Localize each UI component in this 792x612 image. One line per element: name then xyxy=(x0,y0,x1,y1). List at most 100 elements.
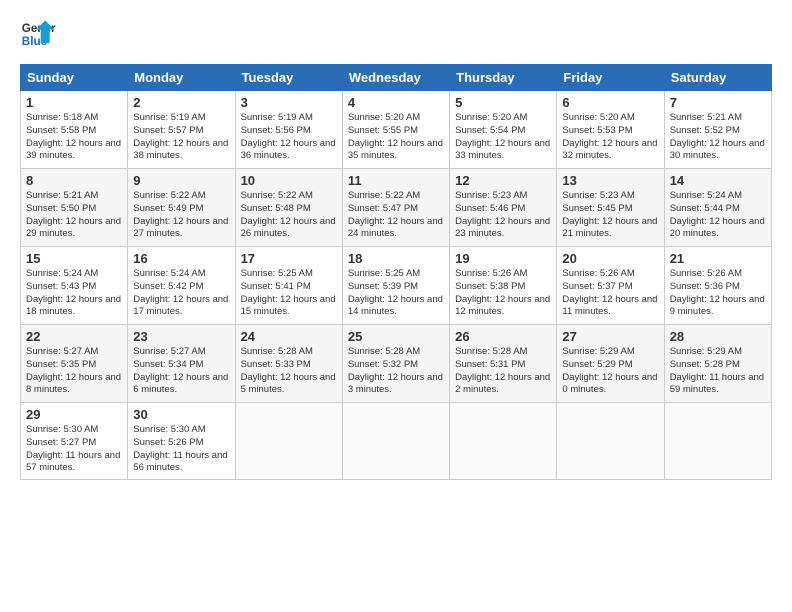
cell-content: Sunrise: 5:24 AMSunset: 5:43 PMDaylight:… xyxy=(26,268,122,319)
calendar-cell: 17 Sunrise: 5:25 AMSunset: 5:41 PMDayligh… xyxy=(235,247,342,325)
cell-content: Sunrise: 5:28 AMSunset: 5:33 PMDaylight:… xyxy=(241,346,337,397)
cell-content: Sunrise: 5:24 AMSunset: 5:44 PMDaylight:… xyxy=(670,190,766,241)
day-number: 26 xyxy=(455,329,551,344)
day-number: 13 xyxy=(562,173,658,188)
calendar-cell: 28 Sunrise: 5:29 AMSunset: 5:28 PMDayligh… xyxy=(664,325,771,403)
day-number: 22 xyxy=(26,329,122,344)
logo-icon: General Blue xyxy=(20,16,56,52)
calendar-cell: 18Sunrise: 5:25 AMSunset: 5:39 PMDayligh… xyxy=(342,247,449,325)
cell-content: Sunrise: 5:29 AMSunset: 5:28 PMDaylight:… xyxy=(670,346,766,397)
calendar-cell xyxy=(235,403,342,480)
calendar-cell: 22 Sunrise: 5:27 AMSunset: 5:35 PMDayligh… xyxy=(21,325,128,403)
calendar-cell xyxy=(664,403,771,480)
day-number: 5 xyxy=(455,95,551,110)
calendar-week-row: 15 Sunrise: 5:24 AMSunset: 5:43 PMDayligh… xyxy=(21,247,772,325)
calendar-cell xyxy=(342,403,449,480)
cell-content: Sunrise: 5:20 AMSunset: 5:55 PMDaylight:… xyxy=(348,112,444,163)
calendar-cell: 13 Sunrise: 5:23 AMSunset: 5:45 PMDayligh… xyxy=(557,169,664,247)
day-number: 12 xyxy=(455,173,551,188)
cell-content: Sunrise: 5:27 AMSunset: 5:35 PMDaylight:… xyxy=(26,346,122,397)
cell-content: Sunrise: 5:30 AMSunset: 5:26 PMDaylight:… xyxy=(133,424,229,475)
cell-content: Sunrise: 5:30 AMSunset: 5:27 PMDaylight:… xyxy=(26,424,122,475)
calendar-cell xyxy=(557,403,664,480)
calendar-cell: 20 Sunrise: 5:26 AMSunset: 5:37 PMDayligh… xyxy=(557,247,664,325)
day-number: 2 xyxy=(133,95,229,110)
calendar-cell: 23 Sunrise: 5:27 AMSunset: 5:34 PMDayligh… xyxy=(128,325,235,403)
cell-content: Sunrise: 5:28 AMSunset: 5:31 PMDaylight:… xyxy=(455,346,551,397)
calendar-cell: 19Sunrise: 5:26 AMSunset: 5:38 PMDayligh… xyxy=(450,247,557,325)
cell-content: Sunrise: 5:23 AMSunset: 5:46 PMDaylight:… xyxy=(455,190,551,241)
calendar-cell: 5Sunrise: 5:20 AMSunset: 5:54 PMDaylight… xyxy=(450,91,557,169)
calendar-cell: 16 Sunrise: 5:24 AMSunset: 5:42 PMDayligh… xyxy=(128,247,235,325)
day-number: 16 xyxy=(133,251,229,266)
calendar-cell: 25Sunrise: 5:28 AMSunset: 5:32 PMDayligh… xyxy=(342,325,449,403)
header: General Blue xyxy=(20,16,772,52)
weekday-header-monday: Monday xyxy=(128,65,235,91)
weekday-header-thursday: Thursday xyxy=(450,65,557,91)
weekday-header-row: SundayMondayTuesdayWednesdayThursdayFrid… xyxy=(21,65,772,91)
day-number: 3 xyxy=(241,95,337,110)
day-number: 24 xyxy=(241,329,337,344)
day-number: 10 xyxy=(241,173,337,188)
day-number: 4 xyxy=(348,95,444,110)
day-number: 15 xyxy=(26,251,122,266)
cell-content: Sunrise: 5:27 AMSunset: 5:34 PMDaylight:… xyxy=(133,346,229,397)
calendar-cell: 2Sunrise: 5:19 AMSunset: 5:57 PMDaylight… xyxy=(128,91,235,169)
day-number: 23 xyxy=(133,329,229,344)
calendar-cell: 7 Sunrise: 5:21 AMSunset: 5:52 PMDaylight… xyxy=(664,91,771,169)
cell-content: Sunrise: 5:28 AMSunset: 5:32 PMDaylight:… xyxy=(348,346,444,397)
calendar-cell: 12 Sunrise: 5:23 AMSunset: 5:46 PMDayligh… xyxy=(450,169,557,247)
cell-content: Sunrise: 5:26 AMSunset: 5:36 PMDaylight:… xyxy=(670,268,766,319)
calendar-cell: 3 Sunrise: 5:19 AMSunset: 5:56 PMDaylight… xyxy=(235,91,342,169)
logo: General Blue xyxy=(20,16,56,52)
day-number: 19 xyxy=(455,251,551,266)
cell-content: Sunrise: 5:22 AMSunset: 5:49 PMDaylight:… xyxy=(133,190,229,241)
day-number: 27 xyxy=(562,329,658,344)
calendar-cell: 21Sunrise: 5:26 AMSunset: 5:36 PMDayligh… xyxy=(664,247,771,325)
cell-content: Sunrise: 5:29 AMSunset: 5:29 PMDaylight:… xyxy=(562,346,658,397)
calendar-cell xyxy=(450,403,557,480)
calendar-cell: 4 Sunrise: 5:20 AMSunset: 5:55 PMDaylight… xyxy=(342,91,449,169)
calendar-page: General Blue SundayMondayTuesdayWednesda… xyxy=(0,0,792,496)
cell-content: Sunrise: 5:26 AMSunset: 5:37 PMDaylight:… xyxy=(562,268,658,319)
day-number: 6 xyxy=(562,95,658,110)
cell-content: Sunrise: 5:23 AMSunset: 5:45 PMDaylight:… xyxy=(562,190,658,241)
calendar-cell: 24 Sunrise: 5:28 AMSunset: 5:33 PMDayligh… xyxy=(235,325,342,403)
calendar-week-row: 22 Sunrise: 5:27 AMSunset: 5:35 PMDayligh… xyxy=(21,325,772,403)
cell-content: Sunrise: 5:24 AMSunset: 5:42 PMDaylight:… xyxy=(133,268,229,319)
calendar-week-row: 1 Sunrise: 5:18 AMSunset: 5:58 PMDaylight… xyxy=(21,91,772,169)
cell-content: Sunrise: 5:21 AMSunset: 5:52 PMDaylight:… xyxy=(670,112,766,163)
weekday-header-wednesday: Wednesday xyxy=(342,65,449,91)
cell-content: Sunrise: 5:21 AMSunset: 5:50 PMDaylight:… xyxy=(26,190,122,241)
calendar-cell: 27 Sunrise: 5:29 AMSunset: 5:29 PMDayligh… xyxy=(557,325,664,403)
day-number: 1 xyxy=(26,95,122,110)
calendar-table: SundayMondayTuesdayWednesdayThursdayFrid… xyxy=(20,64,772,480)
cell-content: Sunrise: 5:20 AMSunset: 5:53 PMDaylight:… xyxy=(562,112,658,163)
day-number: 11 xyxy=(348,173,444,188)
calendar-cell: 8 Sunrise: 5:21 AMSunset: 5:50 PMDaylight… xyxy=(21,169,128,247)
cell-content: Sunrise: 5:22 AMSunset: 5:47 PMDaylight:… xyxy=(348,190,444,241)
cell-content: Sunrise: 5:25 AMSunset: 5:41 PMDaylight:… xyxy=(241,268,337,319)
calendar-cell: 26 Sunrise: 5:28 AMSunset: 5:31 PMDayligh… xyxy=(450,325,557,403)
calendar-cell: 29Sunrise: 5:30 AMSunset: 5:27 PMDayligh… xyxy=(21,403,128,480)
day-number: 30 xyxy=(133,407,229,422)
weekday-header-sunday: Sunday xyxy=(21,65,128,91)
cell-content: Sunrise: 5:18 AMSunset: 5:58 PMDaylight:… xyxy=(26,112,122,163)
day-number: 20 xyxy=(562,251,658,266)
calendar-cell: 14 Sunrise: 5:24 AMSunset: 5:44 PMDayligh… xyxy=(664,169,771,247)
calendar-week-row: 29Sunrise: 5:30 AMSunset: 5:27 PMDayligh… xyxy=(21,403,772,480)
calendar-cell: 30 Sunrise: 5:30 AMSunset: 5:26 PMDayligh… xyxy=(128,403,235,480)
calendar-week-row: 8 Sunrise: 5:21 AMSunset: 5:50 PMDaylight… xyxy=(21,169,772,247)
weekday-header-tuesday: Tuesday xyxy=(235,65,342,91)
day-number: 9 xyxy=(133,173,229,188)
calendar-cell: 9 Sunrise: 5:22 AMSunset: 5:49 PMDaylight… xyxy=(128,169,235,247)
day-number: 14 xyxy=(670,173,766,188)
cell-content: Sunrise: 5:19 AMSunset: 5:56 PMDaylight:… xyxy=(241,112,337,163)
day-number: 17 xyxy=(241,251,337,266)
cell-content: Sunrise: 5:25 AMSunset: 5:39 PMDaylight:… xyxy=(348,268,444,319)
calendar-cell: 15 Sunrise: 5:24 AMSunset: 5:43 PMDayligh… xyxy=(21,247,128,325)
day-number: 8 xyxy=(26,173,122,188)
day-number: 7 xyxy=(670,95,766,110)
calendar-cell: 6 Sunrise: 5:20 AMSunset: 5:53 PMDaylight… xyxy=(557,91,664,169)
day-number: 28 xyxy=(670,329,766,344)
